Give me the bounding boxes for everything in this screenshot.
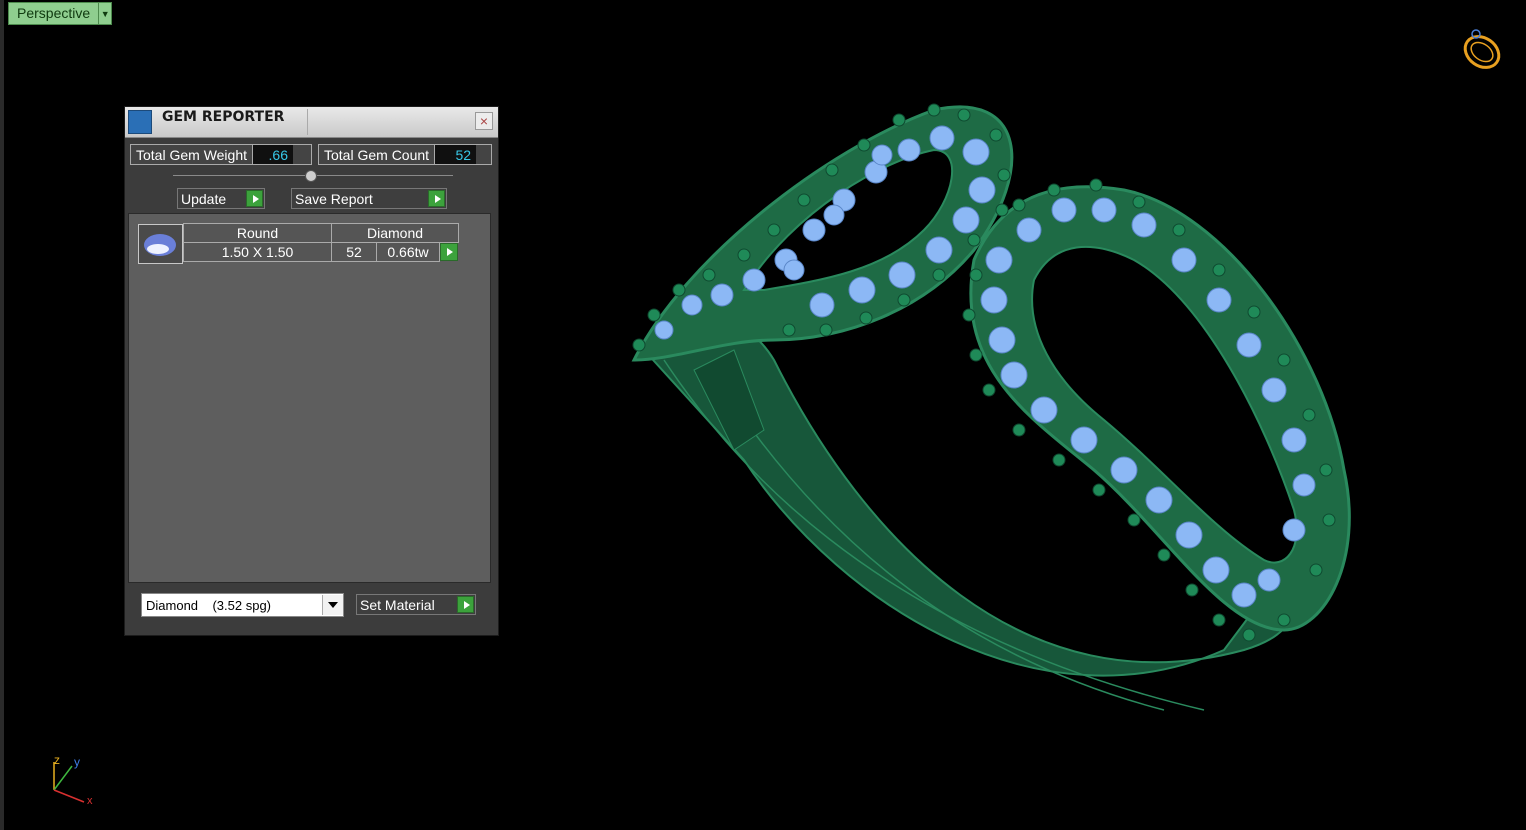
- total-gem-weight-label: Total Gem Weight: [136, 146, 248, 163]
- gem-material: Diamond: [331, 223, 459, 243]
- ring-model[interactable]: [604, 90, 1364, 770]
- axis-z-label: z: [54, 753, 60, 767]
- save-report-button[interactable]: Save Report: [291, 188, 447, 209]
- total-gem-weight-value: .66: [252, 145, 294, 164]
- viewport-name[interactable]: Perspective: [8, 2, 100, 25]
- material-select[interactable]: Diamond (3.52 spg): [141, 593, 344, 617]
- gem-shape: Round: [183, 223, 332, 243]
- close-icon[interactable]: ×: [475, 112, 493, 130]
- play-icon[interactable]: [440, 243, 458, 261]
- gem-weight: 0.66tw: [376, 242, 440, 262]
- viewport-tab[interactable]: Perspective ▼: [8, 2, 113, 25]
- play-icon[interactable]: [246, 190, 263, 207]
- set-material-button-label: Set Material: [360, 596, 435, 613]
- update-button[interactable]: Update: [177, 188, 265, 209]
- gem-report-icon: [128, 110, 152, 134]
- chevron-down-icon[interactable]: ▼: [99, 2, 113, 25]
- slider-handle[interactable]: [305, 170, 317, 182]
- round-gem-icon: [144, 234, 176, 256]
- update-button-label: Update: [181, 190, 227, 207]
- gem-size: 1.50 X 1.50: [183, 242, 332, 262]
- total-gem-count-value: 52: [434, 145, 477, 164]
- axis-x-label: x: [87, 795, 93, 807]
- panel-titlebar[interactable]: GEM REPORTER ×: [125, 107, 498, 138]
- axis-y-label: y: [74, 755, 80, 769]
- total-gem-count: Total Gem Count 52: [318, 144, 492, 165]
- material-select-value[interactable]: Diamond (3.52 spg): [142, 598, 322, 613]
- play-icon[interactable]: [457, 596, 474, 613]
- gem-count: 52: [331, 242, 377, 262]
- gem-thumbnail[interactable]: [138, 224, 183, 264]
- axis-gizmo-icon: z y x: [53, 753, 93, 807]
- total-gem-weight: Total Gem Weight .66: [130, 144, 312, 165]
- title-divider: [307, 109, 308, 135]
- ring-nav-icon[interactable]: [1452, 20, 1508, 76]
- play-icon[interactable]: [428, 190, 445, 207]
- panel-title: GEM REPORTER: [162, 109, 285, 125]
- chevron-down-icon[interactable]: [322, 595, 343, 615]
- gem-reporter-panel[interactable]: GEM REPORTER × Total Gem Weight .66 Tota…: [124, 106, 499, 636]
- gem-report-list[interactable]: Round Diamond 1.50 X 1.50 52 0.66tw: [128, 213, 491, 583]
- total-gem-count-label: Total Gem Count: [324, 146, 430, 163]
- set-material-button[interactable]: Set Material: [356, 594, 476, 615]
- save-report-button-label: Save Report: [295, 190, 373, 207]
